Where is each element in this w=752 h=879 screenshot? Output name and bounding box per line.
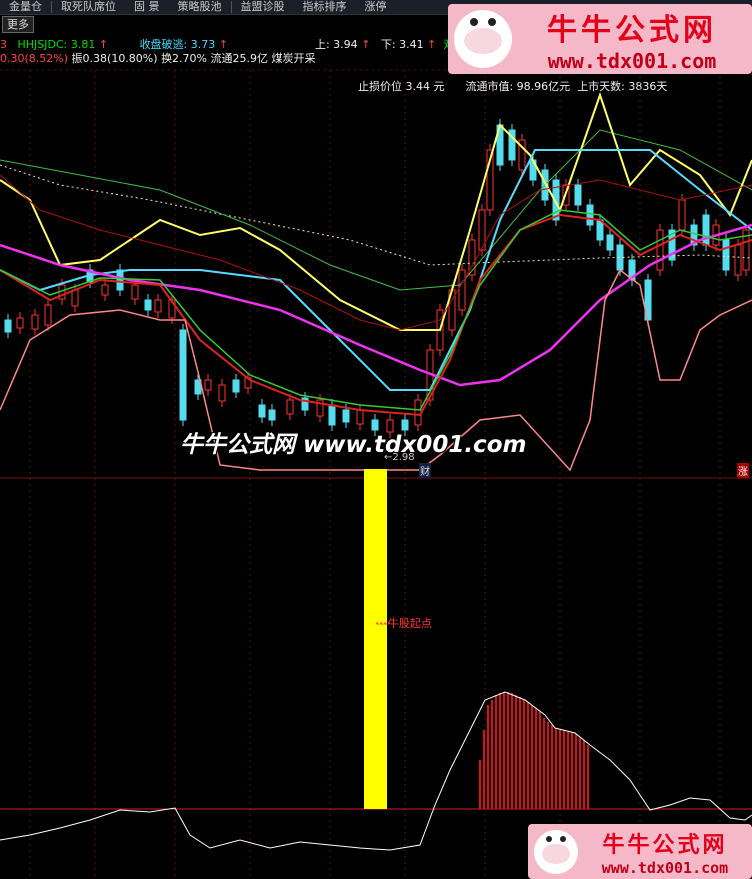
candle	[586, 199, 594, 231]
finance-badge[interactable]: 财	[419, 463, 431, 478]
limit-up-badge[interactable]: 涨	[737, 463, 749, 478]
watermark-url: www.tdx001.com	[601, 858, 729, 877]
candle	[16, 312, 24, 334]
watermark-title: 牛牛公式网	[602, 831, 728, 858]
candle	[31, 309, 39, 335]
candle	[606, 229, 614, 256]
candle	[116, 264, 124, 296]
candle	[179, 324, 187, 426]
candle	[144, 294, 152, 316]
candle	[656, 224, 664, 276]
bull-start-bar	[364, 469, 387, 809]
candle	[44, 299, 52, 331]
red-line	[0, 213, 752, 417]
cow-logo-icon	[454, 10, 512, 68]
candle	[508, 124, 516, 166]
candle	[101, 279, 109, 301]
candle	[690, 219, 698, 251]
candle	[258, 399, 266, 423]
candle	[218, 379, 226, 407]
candle	[4, 314, 12, 338]
cow-logo-icon	[534, 829, 578, 874]
yellow-line	[0, 91, 752, 331]
candle	[668, 224, 676, 266]
candle	[232, 374, 240, 398]
candle	[644, 274, 652, 326]
lower-indicator-panel	[0, 469, 752, 851]
bull-start-label: ---牛股起点	[376, 617, 432, 630]
cyan-line	[0, 149, 752, 391]
candle	[458, 264, 466, 316]
long-ma-line	[0, 129, 752, 291]
watermark-url: www.tdx001.com	[547, 49, 717, 73]
watermark-title: 牛牛公式网	[547, 13, 717, 48]
center-watermark: 牛牛公式网 www.tdx001.com	[180, 432, 527, 458]
watermark-banner-bottom: 牛牛公式网 www.tdx001.com	[528, 824, 752, 879]
candle	[722, 234, 730, 276]
candle	[154, 294, 162, 318]
watermark-banner-top: 牛牛公式网 www.tdx001.com	[448, 4, 752, 74]
moving-average-lines	[0, 91, 752, 472]
candle	[742, 224, 750, 276]
candle	[204, 374, 212, 396]
candle	[268, 404, 276, 426]
